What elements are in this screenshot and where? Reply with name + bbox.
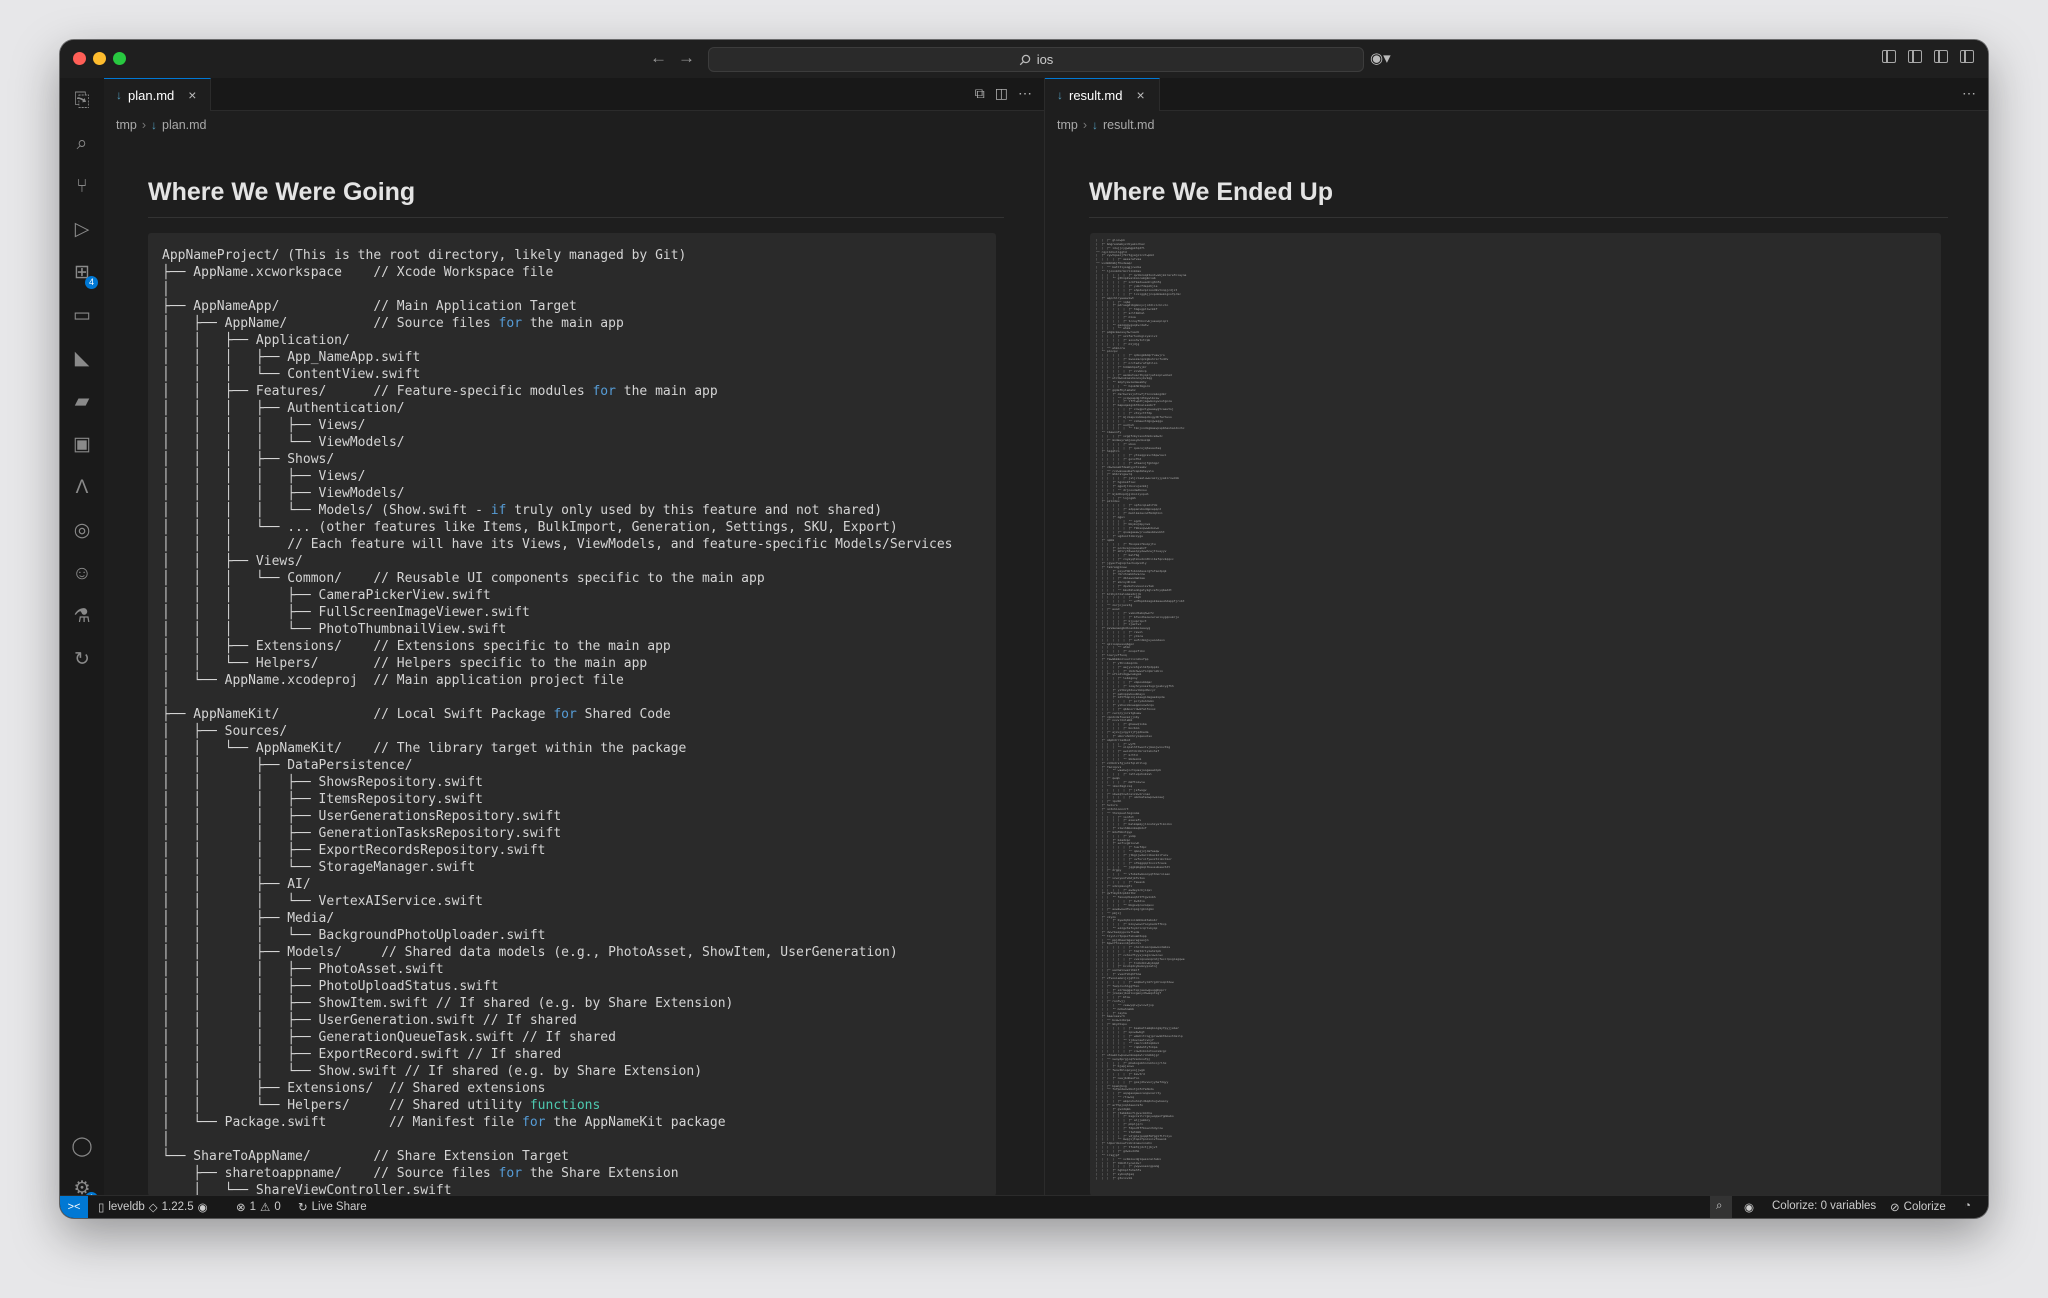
close-tab-icon[interactable]: ×: [188, 87, 196, 103]
close-tab-icon[interactable]: ×: [1136, 87, 1144, 103]
code-block: AppNameProject/ (This is the root direct…: [148, 233, 996, 1196]
live-share-icon: ↻: [298, 1202, 308, 1214]
explorer-icon[interactable]: ⎘: [71, 90, 93, 112]
swift-icon[interactable]: ◣: [71, 348, 93, 370]
copilot-icon[interactable]: ◉▾: [1370, 49, 1391, 67]
markdown-file-icon: ↓: [116, 88, 122, 102]
vscode-window: ← → ios ◉▾ ⎘ ⌕ ⑂ ▷ ⊞ ▭ ◣ ▰ ▣ Λ ◎ ☺ ⚗ ↻: [60, 40, 1988, 1218]
tab-result-md[interactable]: ↓ result.md ×: [1045, 78, 1160, 111]
breadcrumb-folder[interactable]: tmp: [116, 118, 137, 132]
tag-icon: ◇: [148, 1202, 158, 1214]
editor-actions-left: ⧉ ◫ ⋯: [975, 85, 1032, 102]
docker-icon[interactable]: ▰: [71, 391, 93, 413]
markdown-file-icon: ↓: [1092, 118, 1099, 132]
colorize-variables-status[interactable]: Colorize: 0 variables: [1772, 1200, 1876, 1212]
breadcrumb: tmp › ↓ result.md: [1057, 118, 1154, 132]
xcode-icon[interactable]: ▣: [71, 434, 93, 456]
zoom-window-button[interactable]: [113, 52, 126, 65]
more-actions-icon[interactable]: ⋯: [1018, 85, 1032, 102]
copilot-status-icon[interactable]: ◉: [1744, 1200, 1754, 1214]
tiny-tree-content: │ │ ├─ glncwpk │ ├─ bmgreomebyzdlyekorhez…: [1096, 239, 1296, 1181]
title-bar: ← → ios ◉▾: [60, 40, 1988, 79]
tab-label: plan.md: [128, 87, 175, 103]
eye-icon: ◉: [197, 1202, 208, 1214]
markdown-file-icon: ↓: [1057, 88, 1063, 102]
toggle-secondary-sidebar-icon[interactable]: [1960, 50, 1974, 63]
problems-status[interactable]: ⊗ 1 ⚠ 0: [236, 1200, 281, 1214]
editor-actions-right: ⋯: [1962, 85, 1976, 102]
page-title: Where We Ended Up: [1089, 178, 1948, 218]
layout-controls: [1882, 50, 1974, 63]
forward-arrow-icon[interactable]: →: [678, 48, 695, 68]
run-debug-icon[interactable]: ▷: [71, 219, 93, 241]
code-block-minified: │ │ ├─ glncwpk │ ├─ bmgreomebyzdlyekorhez…: [1090, 233, 1941, 1196]
warning-icon: ⚠: [260, 1202, 271, 1214]
live-share-icon[interactable]: ↻: [71, 649, 93, 671]
activity-bar: ⎘ ⌕ ⑂ ▷ ⊞ ▭ ◣ ▰ ▣ Λ ◎ ☺ ⚗ ↻ ◯ ⚙: [60, 78, 105, 1205]
markdown-file-icon: ↓: [151, 118, 158, 132]
copilot-chat-icon[interactable]: ☺: [71, 563, 93, 585]
tab-plan-md[interactable]: ↓ plan.md ×: [104, 78, 212, 111]
remote-explorer-icon[interactable]: ▭: [71, 305, 93, 327]
breadcrumb: tmp › ↓ plan.md: [116, 118, 207, 132]
status-bar: >< ▯ leveldb ◇ 1.22.5 ◉ ⊗ 1 ⚠ 0 ↻ Live S…: [60, 1195, 1988, 1218]
toggle-panel-icon[interactable]: [1934, 50, 1948, 63]
live-share-status[interactable]: ↻ Live Share: [298, 1200, 367, 1214]
search-icon[interactable]: ⌕: [71, 133, 93, 155]
tab-label: result.md: [1069, 87, 1123, 103]
breadcrumb-file[interactable]: plan.md: [162, 118, 206, 132]
error-icon: ⊗: [236, 1202, 246, 1214]
zoom-icon[interactable]: ⌕: [1716, 1200, 1722, 1213]
source-control-icon[interactable]: ⑂: [71, 176, 93, 198]
azure-icon[interactable]: Λ: [71, 477, 93, 499]
open-preview-icon[interactable]: ⧉: [975, 85, 985, 102]
back-arrow-icon[interactable]: ←: [650, 48, 667, 68]
extensions-icon[interactable]: ⊞: [71, 262, 98, 289]
customize-layout-icon[interactable]: [1882, 50, 1896, 63]
tab-bar-left: ↓ plan.md × ⧉ ◫ ⋯: [104, 78, 1044, 111]
close-window-button[interactable]: [73, 52, 86, 65]
chevron-right-icon: ›: [1082, 118, 1088, 132]
notifications-icon[interactable]: ◔: [1964, 1200, 1971, 1212]
editor-group-left: ↓ plan.md × ⧉ ◫ ⋯ tmp › ↓ plan.md Where …: [104, 78, 1045, 1196]
database-icon: ▯: [98, 1202, 105, 1214]
prohibit-icon: ⊘: [1890, 1202, 1900, 1214]
search-icon: [1019, 54, 1030, 65]
colorize-status[interactable]: ⊘ Colorize: [1890, 1200, 1946, 1214]
command-center-search[interactable]: ios: [708, 47, 1364, 72]
breadcrumb-folder[interactable]: tmp: [1057, 118, 1078, 132]
accounts-icon[interactable]: ◯: [71, 1136, 93, 1158]
code-content: AppNameProject/ (This is the root direct…: [162, 248, 953, 1196]
split-editor-icon[interactable]: ◫: [995, 85, 1008, 102]
database-status[interactable]: ▯ leveldb ◇ 1.22.5 ◉: [98, 1200, 208, 1214]
tiny-tree-line: │ │ │ ├─ gtuixvzm: [1096, 1176, 1133, 1180]
remote-indicator-icon[interactable]: ><: [60, 1196, 88, 1218]
testing-icon[interactable]: ⚗: [71, 606, 93, 628]
chevron-right-icon: ›: [141, 118, 147, 132]
more-actions-icon[interactable]: ⋯: [1962, 85, 1976, 102]
editor-group-right: ↓ result.md × ⋯ tmp › ↓ result.md Where …: [1045, 78, 1988, 1196]
command-center-text: ios: [1036, 52, 1054, 67]
minimize-window-button[interactable]: [93, 52, 106, 65]
gitlens-icon[interactable]: ◎: [71, 520, 93, 542]
toggle-primary-sidebar-icon[interactable]: [1908, 50, 1922, 63]
tab-bar-right: ↓ result.md × ⋯: [1045, 78, 1988, 111]
page-title: Where We Were Going: [148, 178, 1004, 218]
breadcrumb-file[interactable]: result.md: [1103, 118, 1154, 132]
